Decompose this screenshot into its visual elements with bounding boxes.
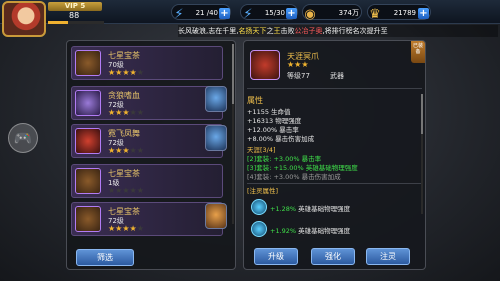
item-stars: ★★★★★: [108, 146, 144, 155]
list-item[interactable]: 七星宝茶 70级 ★★★★★: [71, 46, 223, 80]
filter-button[interactable]: 筛选: [76, 249, 134, 266]
energy-value: 15/30: [264, 9, 285, 17]
hero-portrait-icon[interactable]: [205, 86, 227, 112]
list-item[interactable]: 霓飞凤舞 72级 ★★★★★: [71, 124, 223, 158]
spirit-stat: 英雄基础物理强度: [296, 205, 351, 213]
stamina-value: 21 /40: [195, 9, 218, 17]
claw-item-icon: [75, 90, 101, 116]
detail-type: 武器: [330, 72, 344, 80]
coin-icon: ◉: [304, 7, 316, 22]
list-item[interactable]: 贪狼嗜血 72级 ★★★★★: [71, 86, 223, 120]
spirit-orb-icon: [251, 199, 267, 215]
list-item[interactable]: 七星宝茶 72级 ★★★★★: [71, 202, 223, 236]
list-item[interactable]: 七星宝茶 1级 ★★★★★: [71, 164, 223, 198]
shield-item-icon: [75, 168, 101, 194]
divider: [247, 88, 422, 89]
player-level: 88: [69, 11, 80, 20]
spirit-stat: 英雄基础物理强度: [296, 227, 351, 235]
detail-scrollbar-thumb[interactable]: [421, 94, 423, 134]
energy-resource: ⚡ 15/30 +: [240, 4, 298, 22]
lightning-stamina-icon: ⚡: [174, 7, 184, 22]
attributes-title: 属性: [247, 96, 263, 105]
lightning-energy-icon: ⚡: [243, 7, 253, 22]
vip-badge[interactable]: VIP 5: [48, 2, 102, 11]
add-gem-button[interactable]: +: [418, 8, 429, 19]
spirit-orb-icon: [251, 221, 267, 237]
ticker-text: ,将排行榜名次提升至: [322, 27, 388, 35]
stat-line: +12.00% 暴击率: [247, 126, 299, 134]
stat-line: +1155 生命值: [247, 108, 291, 116]
player-avatar[interactable]: [2, 1, 46, 37]
broadcast-ticker: 长风破浪,志在千里,名扬天下之王击败公冶子奥,将排行榜名次提升至: [178, 25, 498, 37]
set-bonus-line: [2]套装: +3.00% 暴击率: [247, 155, 322, 163]
ticker-title: 名扬天下: [238, 27, 267, 35]
spirit-line: +1.92% 英雄基础物理强度: [270, 225, 350, 235]
spirit-value: +1.28%: [270, 205, 297, 213]
add-energy-button[interactable]: +: [286, 8, 297, 19]
list-scrollbar-thumb[interactable]: [232, 44, 234, 104]
item-stars: ★★★★★: [108, 224, 144, 233]
ticker-text: 长风破浪,志在千里,: [178, 27, 239, 35]
list-scrollbar[interactable]: [232, 44, 234, 224]
enhance-button[interactable]: 强化: [311, 248, 355, 265]
coin-resource: ◉ 374万: [302, 4, 362, 22]
claw-weapon-icon: [250, 50, 280, 80]
item-stars: ★★★★★: [108, 186, 144, 195]
exp-bar: [48, 21, 104, 24]
shield-item-icon: [75, 50, 101, 76]
phoenix-item-icon: [75, 128, 101, 154]
detail-level: 等级77: [287, 72, 310, 80]
set-title: 天涯[3/4]: [247, 146, 276, 154]
ticker-rival: 公冶子奥: [294, 27, 323, 35]
gem-value: 21789: [393, 9, 416, 17]
infuse-button[interactable]: 注灵: [366, 248, 410, 265]
detail-scrollbar[interactable]: [421, 94, 423, 214]
spirit-line: +1.28% 英雄基础物理强度: [270, 203, 350, 213]
add-stamina-button[interactable]: +: [219, 8, 230, 19]
spirit-value: +1.92%: [270, 227, 297, 235]
spirit-title: [注灵属性]: [247, 187, 279, 195]
stat-line: +8.00% 暴击伤害加成: [247, 135, 315, 143]
coin-value: 374万: [338, 9, 359, 17]
hero-portrait-icon[interactable]: [205, 125, 227, 151]
upgrade-button[interactable]: 升级: [254, 248, 298, 265]
shield-item-icon: [75, 206, 101, 232]
set-bonus-line: [3]套装: +15.00% 英雄基础物理强度: [247, 164, 358, 172]
crown-gem-icon: ♛: [369, 7, 381, 22]
gamepad-icon[interactable]: 🎮: [8, 123, 38, 153]
item-stars: ★★★★★: [108, 108, 144, 117]
gem-resource: ♛ 21789 +: [367, 4, 431, 22]
stamina-resource: ⚡ 21 /40 +: [171, 4, 231, 22]
watermark-logo: [426, 263, 496, 279]
equipped-tag: 已装备: [411, 41, 425, 63]
divider: [247, 183, 422, 184]
hero-portrait-icon[interactable]: [205, 203, 227, 229]
item-stars: ★★★★★: [108, 68, 144, 77]
stat-line: +16313 物理强度: [247, 117, 302, 125]
ticker-text: 击败: [280, 27, 295, 35]
set-bonus-line: [4]套装: +3.00% 暴击伤害加成: [247, 173, 341, 181]
detail-stars: ★★★: [287, 60, 309, 69]
exp-fill: [48, 21, 68, 24]
